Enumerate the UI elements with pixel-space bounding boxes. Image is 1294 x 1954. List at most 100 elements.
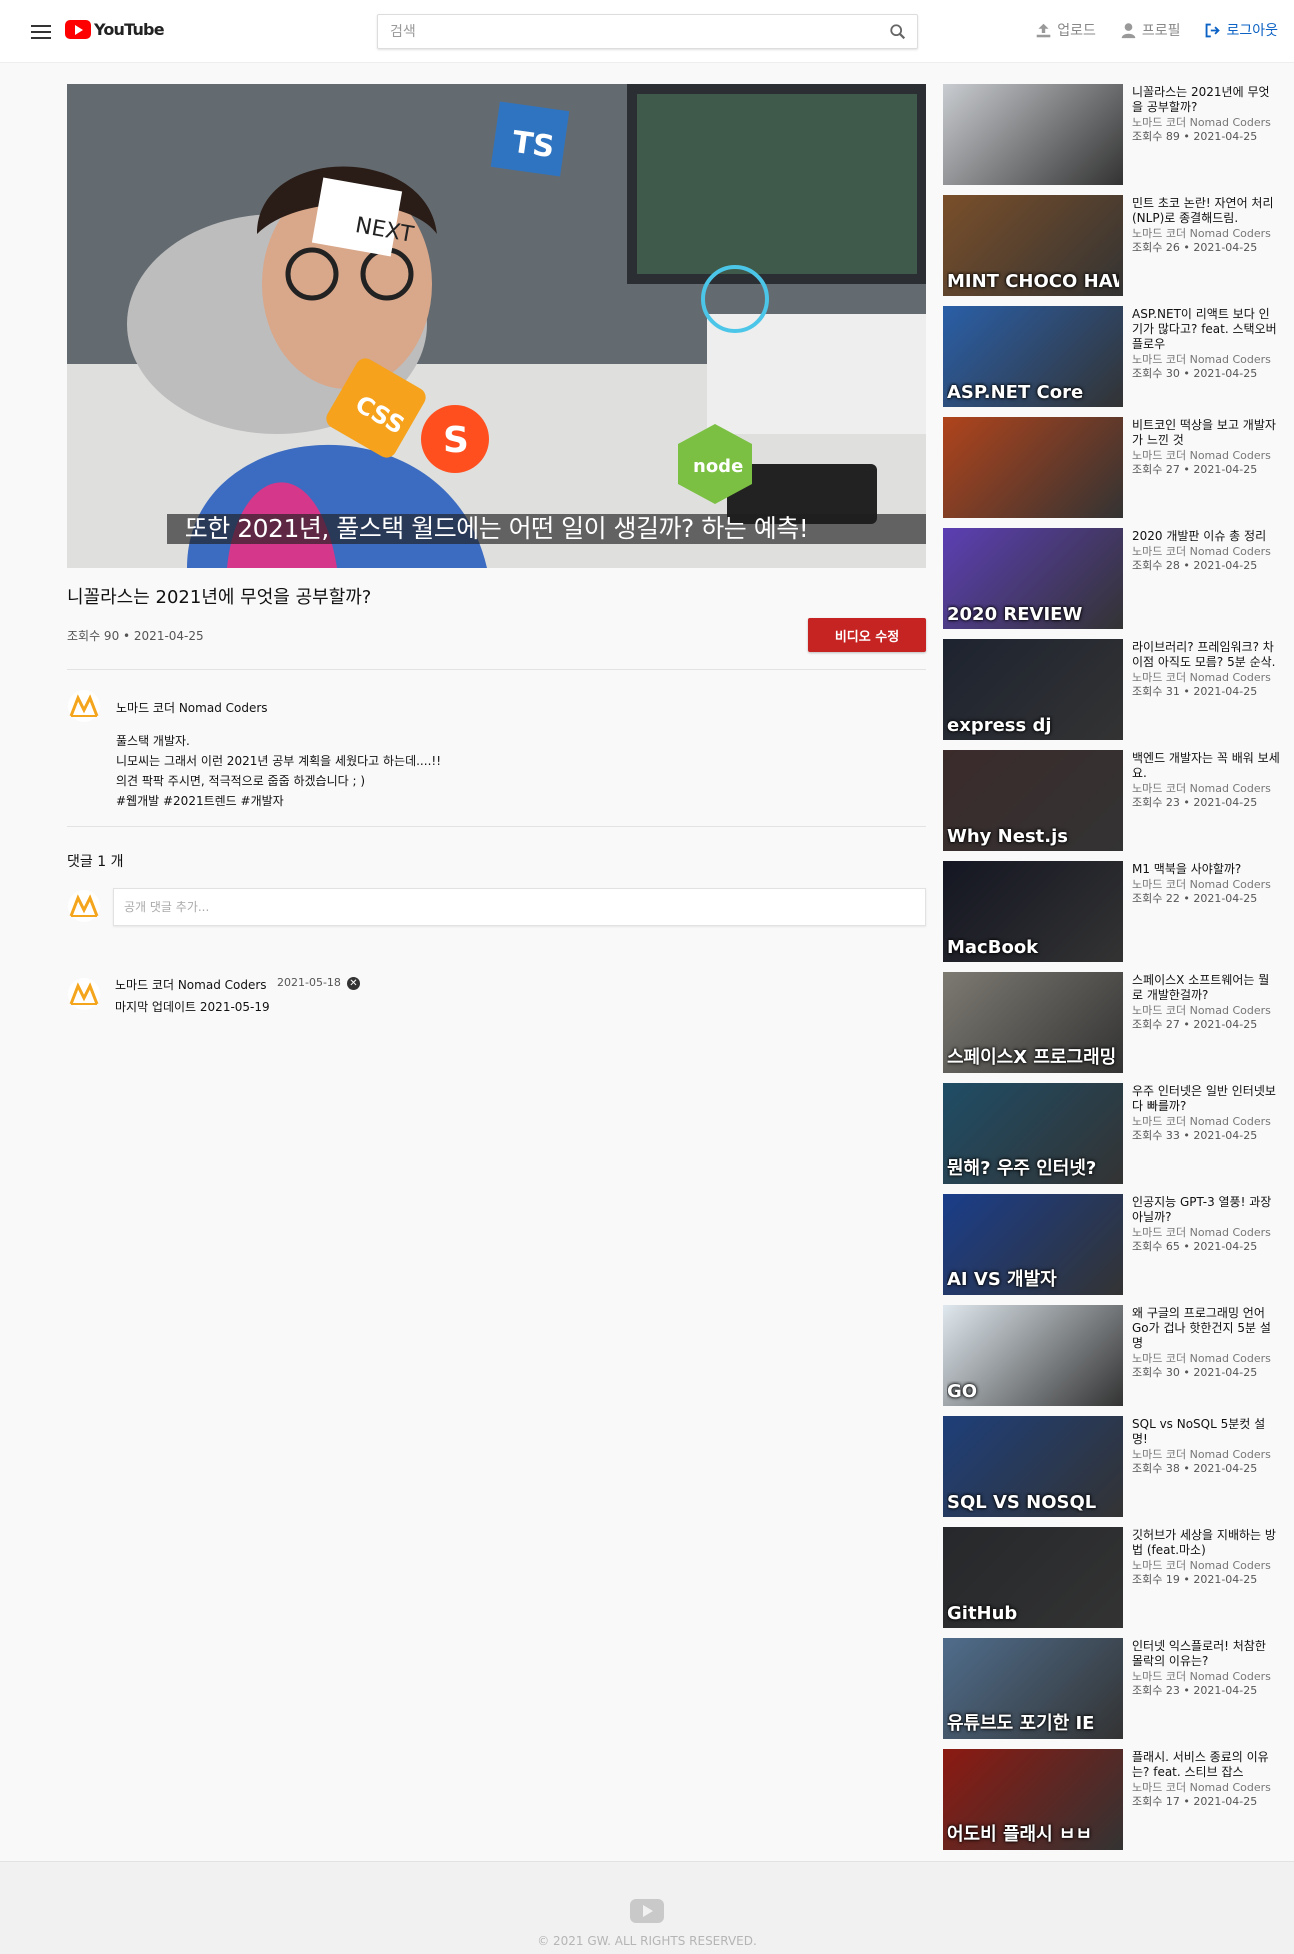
recommended-info: 인터넷 익스플로러! 처참한 몰락의 이유는? 노마드 코더 Nomad Code…	[1132, 1639, 1280, 1698]
recommended-channel[interactable]: 노마드 코더 Nomad Coders	[1132, 450, 1280, 462]
recommended-video[interactable]: 니꼴라스는 2021년에 무엇을 공부할까? 노마드 코더 Nomad Coder…	[943, 84, 1283, 195]
recommended-meta: 조회수 38 • 2021-04-25	[1132, 1462, 1258, 1475]
profile-link[interactable]: 프로필	[1120, 20, 1180, 40]
video-thumbnail[interactable]	[943, 417, 1123, 518]
comment-author-avatar[interactable]	[68, 978, 100, 1010]
recommended-video[interactable]: MacBook M1 맥북을 사야할까? 노마드 코더 Nomad Coders 조회…	[943, 861, 1283, 972]
recommended-channel[interactable]: 노마드 코더 Nomad Coders	[1132, 1560, 1280, 1572]
recommended-title[interactable]: ASP.NET이 리액트 보다 인기가 많다고? feat. 스택오버플로우	[1132, 307, 1280, 352]
recommended-title[interactable]: 민트 초코 논란! 자연어 처리(NLP)로 종결해드림.	[1132, 196, 1280, 226]
upload-link[interactable]: 업로드	[1035, 20, 1096, 40]
thumbnail-caption: express dj	[947, 715, 1052, 736]
video-player[interactable]: NEXT TS CSS node S 또한 2021년, 풀스택 월드에는 어떤…	[67, 84, 926, 568]
recommended-title[interactable]: 백엔드 개발자는 꼭 배워 보세요.	[1132, 751, 1280, 781]
sign-out-icon	[1206, 23, 1221, 37]
hamburger-menu-icon[interactable]	[28, 21, 54, 43]
video-thumbnail[interactable]: 유튜브도 포기한 IE	[943, 1638, 1123, 1739]
search-input[interactable]	[378, 15, 868, 48]
edit-video-button[interactable]: 비디오 수정	[808, 618, 926, 652]
recommended-channel[interactable]: 노마드 코더 Nomad Coders	[1132, 672, 1280, 684]
recommended-channel[interactable]: 노마드 코더 Nomad Coders	[1132, 1227, 1280, 1239]
recommended-channel[interactable]: 노마드 코더 Nomad Coders	[1132, 1005, 1280, 1017]
recommended-title[interactable]: 우주 인터넷은 일반 인터넷보다 빠를까?	[1132, 1084, 1280, 1114]
youtube-play-icon	[630, 1899, 664, 1923]
video-thumbnail[interactable]: ASP.NET Core	[943, 306, 1123, 407]
video-thumbnail[interactable]: 2020 REVIEW	[943, 528, 1123, 629]
recommended-title[interactable]: 깃허브가 세상을 지배하는 방법 (feat.마소)	[1132, 1528, 1280, 1558]
video-thumbnail[interactable]: AI VS 개발자	[943, 1194, 1123, 1295]
channel-name[interactable]: 노마드 코더 Nomad Coders	[116, 699, 268, 716]
recommended-channel[interactable]: 노마드 코더 Nomad Coders	[1132, 1353, 1280, 1365]
recommended-title[interactable]: 플래시. 서비스 종료의 이유는? feat. 스티브 잡스	[1132, 1750, 1280, 1780]
video-thumbnail[interactable]: SQL VS NOSQL	[943, 1416, 1123, 1517]
logout-link[interactable]: 로그아웃	[1204, 20, 1278, 40]
recommended-video[interactable]: 어도비 플래시 ㅂㅂ 플래시. 서비스 종료의 이유는? feat. 스티브 잡스…	[943, 1749, 1283, 1860]
recommended-meta: 조회수 27 • 2021-04-25	[1132, 463, 1258, 476]
recommended-video[interactable]: AI VS 개발자 인공지능 GPT-3 열풍! 과장 아닐까? 노마드 코더 No…	[943, 1194, 1283, 1305]
recommended-video[interactable]: Why Nest.js 백엔드 개발자는 꼭 배워 보세요. 노마드 코더 Noma…	[943, 750, 1283, 861]
youtube-play-icon	[65, 20, 91, 39]
recommended-title[interactable]: M1 맥북을 사야할까?	[1132, 862, 1280, 877]
thumbnail-caption: SQL VS NOSQL	[947, 1492, 1097, 1513]
recommended-channel[interactable]: 노마드 코더 Nomad Coders	[1132, 1782, 1280, 1794]
recommended-title[interactable]: 인공지능 GPT-3 열풍! 과장 아닐까?	[1132, 1195, 1280, 1225]
video-thumbnail[interactable]: 뭔해? 우주 인터넷?	[943, 1083, 1123, 1184]
recommended-video[interactable]: GitHub 깃허브가 세상을 지배하는 방법 (feat.마소) 노마드 코더 N…	[943, 1527, 1283, 1638]
recommended-video[interactable]: GO 왜 구글의 프로그래밍 언어 Go가 겁나 핫한건지 5분 설명노마드 코더…	[943, 1305, 1283, 1416]
recommended-title[interactable]: 인터넷 익스플로러! 처참한 몰락의 이유는?	[1132, 1639, 1280, 1669]
recommended-title[interactable]: 왜 구글의 프로그래밍 언어 Go가 겁나 핫한건지 5분 설명	[1132, 1306, 1280, 1351]
video-thumbnail[interactable]: 어도비 플래시 ㅂㅂ	[943, 1749, 1123, 1850]
recommended-video[interactable]: MINT CHOCO HAWAIIAN PIZZA 민트 초코 논란! 자연어 처…	[943, 195, 1283, 306]
video-thumbnail[interactable]	[943, 84, 1123, 185]
recommended-channel[interactable]: 노마드 코더 Nomad Coders	[1132, 783, 1280, 795]
recommended-video[interactable]: 뭔해? 우주 인터넷? 우주 인터넷은 일반 인터넷보다 빠를까? 노마드 코더 N…	[943, 1083, 1283, 1194]
recommended-channel[interactable]: 노마드 코더 Nomad Coders	[1132, 228, 1280, 240]
recommended-title[interactable]: 라이브러리? 프레임워크? 차이점 아직도 모름? 5분 순삭.	[1132, 640, 1280, 670]
recommended-channel[interactable]: 노마드 코더 Nomad Coders	[1132, 117, 1280, 129]
recommended-title[interactable]: 비트코인 떡상을 보고 개발자가 느낀 것	[1132, 418, 1280, 448]
recommended-meta: 조회수 89 • 2021-04-25	[1132, 130, 1258, 143]
recommended-video[interactable]: ASP.NET Core ASP.NET이 리액트 보다 인기가 많다고? fea…	[943, 306, 1283, 417]
upload-icon	[1036, 23, 1051, 37]
video-thumbnail[interactable]: 스페이스X 프로그래밍 언어	[943, 972, 1123, 1073]
recommended-channel[interactable]: 노마드 코더 Nomad Coders	[1132, 354, 1280, 366]
recommended-channel[interactable]: 노마드 코더 Nomad Coders	[1132, 1449, 1280, 1461]
recommended-info: 스페이스X 소프트웨어는 뭘로 개발한걸까? 노마드 코더 Nomad Coder…	[1132, 973, 1280, 1032]
recommended-channel[interactable]: 노마드 코더 Nomad Coders	[1132, 1671, 1280, 1683]
video-thumbnail[interactable]: MINT CHOCO HAWAIIAN PIZZA	[943, 195, 1123, 296]
video-thumbnail[interactable]: GO	[943, 1305, 1123, 1406]
comment-author[interactable]: 노마드 코더 Nomad Coders	[115, 976, 267, 993]
thumbnail-caption: Why Nest.js	[947, 826, 1068, 847]
recommended-channel[interactable]: 노마드 코더 Nomad Coders	[1132, 879, 1280, 891]
channel-avatar[interactable]	[68, 690, 100, 722]
video-thumbnail[interactable]: Why Nest.js	[943, 750, 1123, 851]
recommended-video[interactable]: 2020 REVIEW 2020 개발판 이슈 총 정리노마드 코더 Nomad …	[943, 528, 1283, 639]
description-line: 풀스택 개발자.	[116, 734, 190, 748]
logout-label: 로그아웃	[1226, 23, 1278, 39]
recommended-video[interactable]: 스페이스X 프로그래밍 언어 스페이스X 소프트웨어는 뭘로 개발한걸까? 노마드 …	[943, 972, 1283, 1083]
recommended-meta: 조회수 23 • 2021-04-25	[1132, 796, 1258, 809]
recommended-title[interactable]: 2020 개발판 이슈 총 정리	[1132, 529, 1280, 544]
video-thumbnail[interactable]: GitHub	[943, 1527, 1123, 1628]
youtube-logo[interactable]: YouTube	[65, 20, 165, 39]
search-box	[377, 14, 918, 49]
recommended-title[interactable]: SQL vs NoSQL 5분컷 설명!	[1132, 1417, 1280, 1447]
video-thumbnail[interactable]: MacBook	[943, 861, 1123, 962]
description-line: 의견 팍팍 주시면, 적극적으로 줍줍 하겠습니다 ; )	[116, 774, 366, 788]
recommended-video[interactable]: 유튜브도 포기한 IE 인터넷 익스플로러! 처참한 몰락의 이유는? 노마드 코더…	[943, 1638, 1283, 1749]
recommended-video[interactable]: express dj 라이브러리? 프레임워크? 차이점 아직도 모름? 5분 순…	[943, 639, 1283, 750]
thumbnail-caption: 유튜브도 포기한 IE	[947, 1713, 1095, 1734]
recommended-info: 깃허브가 세상을 지배하는 방법 (feat.마소) 노마드 코더 Nomad C…	[1132, 1528, 1280, 1587]
recommended-channel[interactable]: 노마드 코더 Nomad Coders	[1132, 546, 1280, 558]
recommended-title[interactable]: 스페이스X 소프트웨어는 뭘로 개발한걸까?	[1132, 973, 1280, 1003]
recommended-info: 인공지능 GPT-3 열풍! 과장 아닐까? 노마드 코더 Nomad Coder…	[1132, 1195, 1280, 1254]
recommended-video[interactable]: SQL VS NOSQL SQL vs NoSQL 5분컷 설명! 노마드 코더 N…	[943, 1416, 1283, 1527]
search-icon[interactable]	[889, 23, 907, 41]
comment-input[interactable]	[113, 888, 926, 926]
recommended-video[interactable]: 비트코인 떡상을 보고 개발자가 느낀 것노마드 코더 Nomad Coders…	[943, 417, 1283, 528]
video-thumbnail[interactable]: express dj	[943, 639, 1123, 740]
divider	[67, 669, 926, 670]
delete-comment-icon[interactable]: ✕	[347, 977, 360, 990]
recommended-channel[interactable]: 노마드 코더 Nomad Coders	[1132, 1116, 1280, 1128]
recommended-title[interactable]: 니꼴라스는 2021년에 무엇을 공부할까?	[1132, 85, 1280, 115]
